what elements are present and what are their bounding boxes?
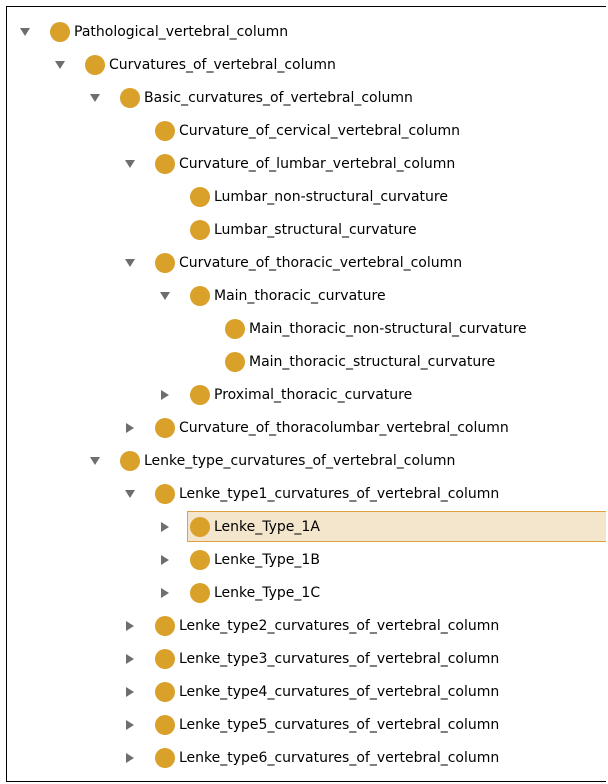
expand-triangle-down-icon[interactable] [87,453,103,469]
tree-node-label[interactable]: Curvature_of_thoracolumbar_vertebral_col… [179,419,509,437]
expand-triangle-down-icon[interactable] [52,57,68,73]
tree-node[interactable]: Curvature_of_thoracolumbar_vertebral_col… [7,412,606,445]
class-circle-icon [155,484,175,504]
class-circle-icon [155,715,175,735]
class-circle-icon [50,22,70,42]
class-circle-icon [190,286,210,306]
tree-node-label[interactable]: Lenke_Type_1C [214,584,320,602]
tree-node-label[interactable]: Curvature_of_lumbar_vertebral_column [179,155,455,173]
tree-node-label[interactable]: Main_thoracic_structural_curvature [249,353,495,371]
tree-node[interactable]: Basic_curvatures_of_vertebral_column [7,82,606,115]
class-circle-icon [155,682,175,702]
tree-node[interactable]: Lenke_type5_curvatures_of_vertebral_colu… [7,709,606,742]
tree-node-label[interactable]: Lenke_type4_curvatures_of_vertebral_colu… [179,683,499,701]
class-hierarchy-panel: Pathological_vertebral_column Curvatures_… [6,6,606,782]
tree-node-label[interactable]: Pathological_vertebral_column [74,23,288,41]
class-circle-icon [155,748,175,768]
tree-node[interactable]: Curvature_of_lumbar_vertebral_column [7,148,606,181]
tree-node[interactable]: Lenke_type2_curvatures_of_vertebral_colu… [7,610,606,643]
class-circle-icon [155,121,175,141]
class-circle-icon [155,418,175,438]
tree-node[interactable]: Curvatures_of_vertebral_column [7,49,606,82]
expand-triangle-down-icon[interactable] [17,24,33,40]
tree-node-label[interactable]: Proximal_thoracic_curvature [214,386,412,404]
tree-node[interactable]: Proximal_thoracic_curvature [7,379,606,412]
tree-node[interactable]: Lenke_type4_curvatures_of_vertebral_colu… [7,676,606,709]
class-circle-icon [225,319,245,339]
tree-node[interactable]: Lenke_type_curvatures_of_vertebral_colum… [7,445,606,478]
tree-node-label[interactable]: Lenke_Type_1A [214,518,320,536]
tree-node[interactable]: Lenke_Type_1A [7,511,606,544]
tree-node[interactable]: Lenke_Type_1B [7,544,606,577]
tree-node-label[interactable]: Lumbar_structural_curvature [214,221,417,239]
tree-node-label[interactable]: Curvature_of_cervical_vertebral_column [179,122,460,140]
tree-node-label[interactable]: Lenke_type1_curvatures_of_vertebral_colu… [179,485,499,503]
class-circle-icon [190,220,210,240]
tree-node-label[interactable]: Lenke_type3_curvatures_of_vertebral_colu… [179,650,499,668]
collapse-triangle-right-icon[interactable] [157,552,173,568]
tree-node-label[interactable]: Main_thoracic_curvature [214,287,386,305]
tree-node-label[interactable]: Main_thoracic_non-structural_curvature [249,320,527,338]
class-circle-icon [190,583,210,603]
class-circle-icon [190,517,210,537]
expand-triangle-down-icon[interactable] [122,156,138,172]
class-circle-icon [225,352,245,372]
collapse-triangle-right-icon[interactable] [122,420,138,436]
class-circle-icon [190,550,210,570]
class-circle-icon [190,187,210,207]
collapse-triangle-right-icon[interactable] [157,519,173,535]
collapse-triangle-right-icon[interactable] [157,387,173,403]
class-circle-icon [155,616,175,636]
class-circle-icon [155,649,175,669]
tree-node[interactable]: Pathological_vertebral_column [7,16,606,49]
expand-triangle-down-icon[interactable] [87,90,103,106]
tree-node[interactable]: Main_thoracic_curvature [7,280,606,313]
tree-node-label[interactable]: Lenke_type5_curvatures_of_vertebral_colu… [179,716,499,734]
tree-node[interactable]: Main_thoracic_structural_curvature [7,346,606,379]
class-circle-icon [120,88,140,108]
tree-node[interactable]: Lenke_type1_curvatures_of_vertebral_colu… [7,478,606,511]
collapse-triangle-right-icon[interactable] [122,717,138,733]
expand-triangle-down-icon[interactable] [122,486,138,502]
class-circle-icon [85,55,105,75]
collapse-triangle-right-icon[interactable] [157,585,173,601]
class-circle-icon [155,154,175,174]
tree-node[interactable]: Curvature_of_thoracic_vertebral_column [7,247,606,280]
tree-node-label[interactable]: Lumbar_non-structural_curvature [214,188,448,206]
collapse-triangle-right-icon[interactable] [122,750,138,766]
tree-node[interactable]: Curvature_of_cervical_vertebral_column [7,115,606,148]
tree-node-label[interactable]: Lenke_type6_curvatures_of_vertebral_colu… [179,749,499,767]
tree-node[interactable]: Lumbar_structural_curvature [7,214,606,247]
tree-node-label[interactable]: Basic_curvatures_of_vertebral_column [144,89,413,107]
expand-triangle-down-icon[interactable] [122,255,138,271]
tree-node-label[interactable]: Lenke_type_curvatures_of_vertebral_colum… [144,452,455,470]
tree-node-label[interactable]: Lenke_type2_curvatures_of_vertebral_colu… [179,617,499,635]
collapse-triangle-right-icon[interactable] [122,651,138,667]
tree-node-label[interactable]: Lenke_Type_1B [214,551,320,569]
tree-node[interactable]: Main_thoracic_non-structural_curvature [7,313,606,346]
tree-node-label[interactable]: Curvature_of_thoracic_vertebral_column [179,254,462,272]
collapse-triangle-right-icon[interactable] [122,618,138,634]
class-circle-icon [155,253,175,273]
class-hierarchy-tree: Pathological_vertebral_column Curvatures_… [7,16,606,775]
tree-node[interactable]: Lenke_type6_curvatures_of_vertebral_colu… [7,742,606,775]
collapse-triangle-right-icon[interactable] [122,684,138,700]
expand-triangle-down-icon[interactable] [157,288,173,304]
tree-node[interactable]: Lenke_Type_1C [7,577,606,610]
tree-node-label[interactable]: Curvatures_of_vertebral_column [109,56,336,74]
tree-node[interactable]: Lenke_type3_curvatures_of_vertebral_colu… [7,643,606,676]
class-circle-icon [190,385,210,405]
class-circle-icon [120,451,140,471]
tree-node[interactable]: Lumbar_non-structural_curvature [7,181,606,214]
